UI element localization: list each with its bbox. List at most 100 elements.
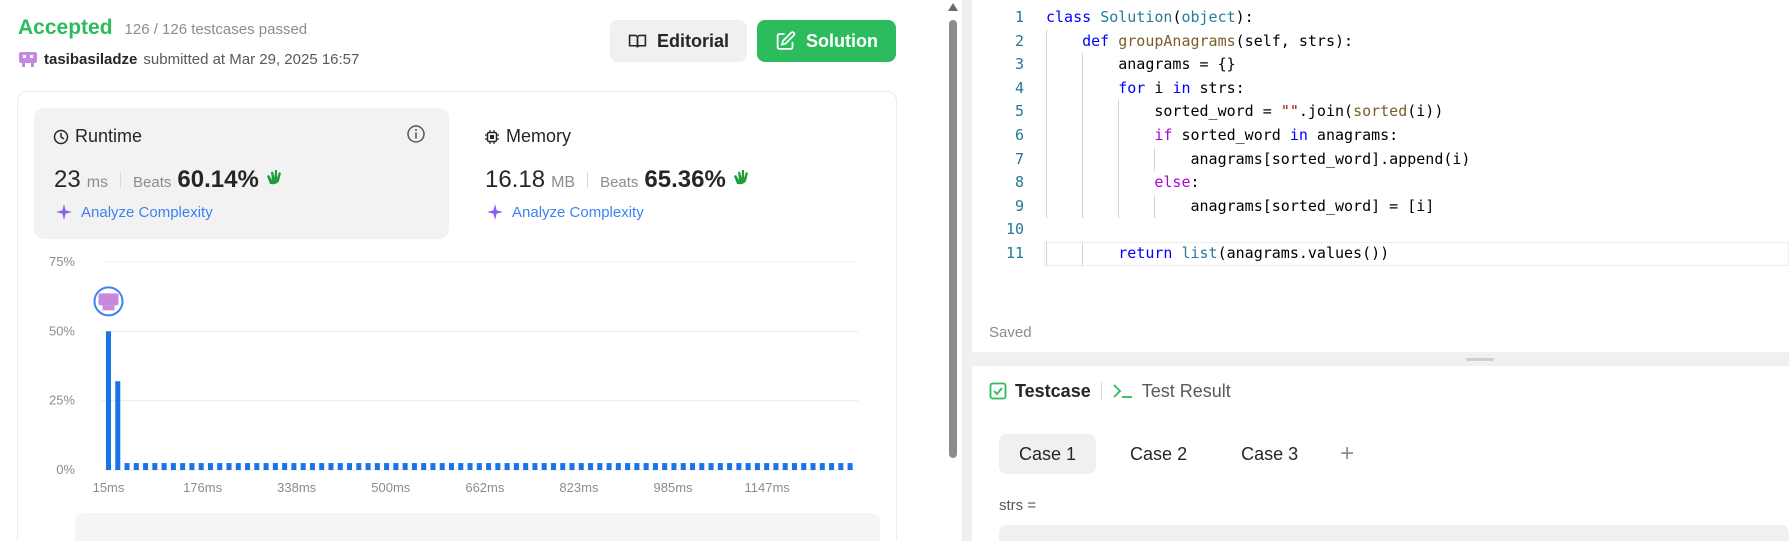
- chart-bar[interactable]: [829, 463, 835, 470]
- chart-bar[interactable]: [532, 463, 538, 470]
- chart-bar[interactable]: [207, 463, 213, 470]
- chart-bar[interactable]: [384, 463, 390, 470]
- chart-bar[interactable]: [143, 463, 149, 470]
- code-line[interactable]: 5 sorted_word = "".join(sorted(i)): [972, 100, 1789, 124]
- chart-bar[interactable]: [504, 463, 510, 470]
- chart-bar[interactable]: [198, 463, 204, 470]
- scrollbar[interactable]: [946, 0, 960, 541]
- code-line[interactable]: 10: [972, 218, 1789, 242]
- chart-bar[interactable]: [393, 463, 399, 470]
- info-icon[interactable]: [406, 124, 426, 144]
- chart-bar[interactable]: [801, 463, 807, 470]
- chart-bar[interactable]: [754, 463, 760, 470]
- chart-bar[interactable]: [337, 463, 343, 470]
- chart-bar[interactable]: [448, 463, 454, 470]
- code-line[interactable]: 8 else:: [972, 171, 1789, 195]
- chart-bar[interactable]: [680, 463, 686, 470]
- code-line[interactable]: 4 for i in strs:: [972, 76, 1789, 101]
- chart-bar[interactable]: [745, 463, 751, 470]
- chart-bar[interactable]: [365, 463, 371, 470]
- chart-bar[interactable]: [606, 463, 612, 470]
- editorial-button[interactable]: Editorial: [610, 20, 747, 62]
- chart-bar[interactable]: [671, 463, 677, 470]
- chart-bar[interactable]: [791, 463, 797, 470]
- chart-bar[interactable]: [272, 463, 278, 470]
- chart-bar[interactable]: [560, 463, 566, 470]
- memory-analyze-complexity[interactable]: Analyze Complexity: [486, 203, 644, 221]
- chart-bar[interactable]: [550, 463, 556, 470]
- chart-bar[interactable]: [170, 463, 176, 470]
- chart-bar[interactable]: [374, 463, 380, 470]
- chart-bar[interactable]: [106, 331, 111, 470]
- code-line[interactable]: 1 class Solution(object):: [972, 6, 1789, 30]
- chart-bar[interactable]: [569, 463, 575, 470]
- tab-testcase[interactable]: Testcase: [989, 381, 1091, 402]
- horizontal-divider[interactable]: [972, 352, 1789, 366]
- add-case-button[interactable]: +: [1332, 434, 1362, 474]
- chart-bar[interactable]: [291, 463, 297, 470]
- chart-bar[interactable]: [838, 463, 844, 470]
- chart-bar[interactable]: [690, 463, 696, 470]
- chart-bar[interactable]: [699, 463, 705, 470]
- chart-bar[interactable]: [235, 463, 241, 470]
- chart-bar[interactable]: [245, 463, 251, 470]
- chart-bar[interactable]: [347, 463, 353, 470]
- chart-bar[interactable]: [161, 463, 167, 470]
- chart-bar[interactable]: [486, 463, 492, 470]
- case-2-tab[interactable]: Case 2: [1110, 434, 1207, 474]
- panel-divider[interactable]: [962, 0, 972, 541]
- case-1-tab[interactable]: Case 1: [999, 434, 1097, 474]
- your-submission-marker[interactable]: [93, 286, 124, 317]
- solution-button[interactable]: Solution: [757, 20, 896, 62]
- chart-bar[interactable]: [133, 463, 139, 470]
- chart-bar[interactable]: [180, 463, 186, 470]
- chart-bar[interactable]: [819, 463, 825, 470]
- param-input[interactable]: [999, 525, 1789, 541]
- chart-bar[interactable]: [652, 463, 658, 470]
- tab-test-result[interactable]: Test Result: [1112, 381, 1231, 402]
- chart-bar[interactable]: [467, 463, 473, 470]
- chart-bar[interactable]: [300, 463, 306, 470]
- memory-title[interactable]: Memory: [484, 126, 571, 147]
- chart-bar[interactable]: [439, 463, 445, 470]
- chart-bar[interactable]: [282, 463, 288, 470]
- drag-handle[interactable]: [1466, 358, 1494, 361]
- code-line[interactable]: 11 return list(anagrams.values()): [972, 241, 1789, 266]
- chart-bar[interactable]: [597, 463, 603, 470]
- chart-bar[interactable]: [643, 463, 649, 470]
- runtime-analyze-complexity[interactable]: Analyze Complexity: [55, 203, 213, 221]
- chart-bar[interactable]: [727, 463, 733, 470]
- chart-bar[interactable]: [115, 381, 121, 470]
- chart-bar[interactable]: [523, 463, 529, 470]
- chart-bar[interactable]: [773, 463, 779, 470]
- code-line[interactable]: 7 anagrams[sorted_word].append(i): [972, 147, 1789, 172]
- chart-bar[interactable]: [810, 463, 816, 470]
- chart-bar[interactable]: [402, 463, 408, 470]
- runtime-distribution-chart[interactable]: 0% 25% 50% 75% 15ms 176ms 338ms 500ms 662ms 823ms…: [30, 250, 880, 500]
- chart-bar[interactable]: [152, 463, 158, 470]
- chart-bar[interactable]: [217, 463, 223, 470]
- chart-bar[interactable]: [263, 463, 269, 470]
- chart-bar[interactable]: [578, 463, 584, 470]
- user-avatar-icon[interactable]: [18, 49, 38, 69]
- chart-bar[interactable]: [411, 463, 417, 470]
- chart-bar[interactable]: [309, 463, 315, 470]
- chart-bar[interactable]: [708, 463, 714, 470]
- chart-bar[interactable]: [847, 463, 853, 470]
- chart-bar[interactable]: [356, 463, 362, 470]
- chart-bar[interactable]: [736, 463, 742, 470]
- code-editor[interactable]: 1 class Solution(object): 2 def groupAnagr…: [972, 6, 1789, 266]
- chart-bar[interactable]: [476, 463, 482, 470]
- chart-bar[interactable]: [226, 463, 232, 470]
- chart-bar[interactable]: [625, 463, 631, 470]
- chart-bar[interactable]: [421, 463, 427, 470]
- chart-bar[interactable]: [634, 463, 640, 470]
- scroll-up-arrow-icon[interactable]: [948, 3, 958, 11]
- chart-bar[interactable]: [717, 463, 723, 470]
- chart-bar[interactable]: [541, 463, 547, 470]
- chart-bar[interactable]: [254, 463, 260, 470]
- chart-bar[interactable]: [495, 463, 501, 470]
- chart-bar[interactable]: [588, 463, 594, 470]
- chart-bar[interactable]: [189, 463, 195, 470]
- code-line[interactable]: 3 anagrams = {}: [972, 53, 1789, 77]
